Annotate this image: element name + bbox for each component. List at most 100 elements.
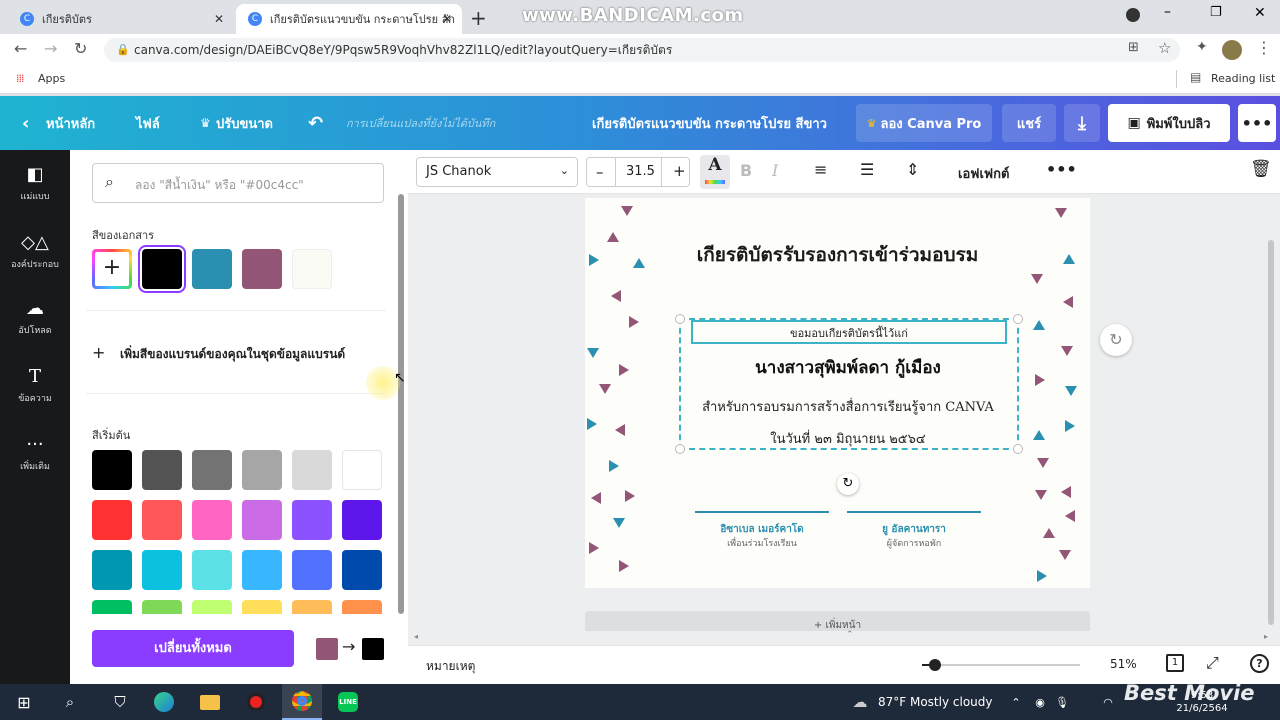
list-icon[interactable]: ☰ bbox=[860, 160, 874, 179]
resize-handle[interactable] bbox=[1013, 444, 1023, 454]
italic-icon[interactable]: I bbox=[772, 161, 778, 180]
resize-handle[interactable] bbox=[675, 444, 685, 454]
default-color-swatch[interactable] bbox=[292, 450, 332, 490]
document-color-swatch[interactable] bbox=[142, 249, 182, 289]
certificate-title[interactable]: เกียรติบัตรรับรองการเข้าร่วมอบรม bbox=[585, 240, 1090, 270]
rail-elements[interactable]: ◇△ องค์ประกอบ bbox=[0, 232, 70, 271]
try-pro-button[interactable]: ♛ ลอง Canva Pro bbox=[856, 104, 992, 142]
close-tab-icon[interactable]: ✕ bbox=[214, 12, 224, 26]
more-options-icon[interactable]: ••• bbox=[1238, 104, 1276, 142]
bandicam-icon[interactable] bbox=[236, 684, 276, 720]
signer1-name[interactable]: อิซาเบล เมอร์คาโด bbox=[691, 522, 833, 537]
minimize-icon[interactable]: – bbox=[1164, 4, 1171, 20]
default-color-swatch[interactable] bbox=[342, 500, 382, 540]
default-color-swatch[interactable] bbox=[242, 450, 282, 490]
shield-icon[interactable]: ⛉ bbox=[100, 684, 140, 720]
default-color-swatch[interactable] bbox=[242, 600, 282, 614]
share-button[interactable]: แชร์ bbox=[1002, 104, 1056, 142]
font-family-select[interactable]: JS Chanok ⌄ bbox=[416, 157, 578, 187]
browser-tab[interactable]: C เกียรติบัตร ✕ bbox=[8, 4, 234, 34]
windows-start-icon[interactable]: ⊞ bbox=[0, 684, 48, 720]
design-title[interactable]: เกียรติบัตรแนวขบขัน กระดาษโปรย สีขาว bbox=[592, 96, 827, 150]
rail-templates[interactable]: ◧ แม่แบบ bbox=[0, 164, 70, 203]
back-icon[interactable]: ← bbox=[14, 39, 27, 58]
undo-icon[interactable]: ↶ bbox=[308, 96, 323, 150]
default-color-swatch[interactable] bbox=[192, 600, 232, 614]
apps-bookmark[interactable]: Apps bbox=[38, 72, 65, 85]
certificate-page[interactable]: เกียรติบัตรรับรองการเข้าร่วมอบรม ขอมอบเก… bbox=[585, 198, 1090, 588]
help-icon[interactable]: ? bbox=[1250, 654, 1269, 673]
file-menu[interactable]: ไฟล์ bbox=[136, 96, 160, 150]
extensions-icon[interactable]: ✦ bbox=[1196, 39, 1208, 55]
default-color-swatch[interactable] bbox=[142, 500, 182, 540]
signer1-role[interactable]: เพื่อนร่วมโรงเรียน bbox=[691, 536, 833, 550]
vertical-scrollbar[interactable] bbox=[1268, 240, 1274, 625]
notes-button[interactable]: หมายเหตุ bbox=[426, 657, 475, 676]
rail-more[interactable]: ··· เพิ่มเติม bbox=[0, 434, 70, 473]
certificate-date[interactable]: ในวันที่ ๒๓ มิถุนายน ๒๕๖๔ bbox=[675, 428, 1021, 449]
default-color-swatch[interactable] bbox=[192, 550, 232, 590]
microphone-icon[interactable]: 🎙 bbox=[1052, 684, 1072, 720]
tray-app-icon[interactable]: ◉ bbox=[1030, 684, 1050, 720]
default-color-swatch[interactable] bbox=[292, 500, 332, 540]
browser-menu-icon[interactable]: ⋮ bbox=[1256, 38, 1272, 57]
url-field[interactable]: 🔒 canva.com/design/DAEiBCvQ8eY/9Pqsw5R9V… bbox=[104, 38, 1180, 62]
chevron-up-icon[interactable]: ⌃ bbox=[846, 630, 854, 640]
default-color-swatch[interactable] bbox=[142, 600, 182, 614]
default-color-swatch[interactable] bbox=[242, 550, 282, 590]
resize-handle[interactable] bbox=[1013, 314, 1023, 324]
search-icon[interactable]: ⌕ bbox=[50, 684, 90, 720]
spacing-icon[interactable]: ⇕ bbox=[906, 160, 919, 179]
font-size-value[interactable]: 31.5 bbox=[626, 164, 655, 179]
decrease-size-icon[interactable]: – bbox=[596, 163, 604, 181]
zoom-slider[interactable] bbox=[922, 659, 1080, 671]
resize-button[interactable]: ปรับขนาด bbox=[216, 96, 273, 150]
bold-icon[interactable]: B bbox=[740, 161, 752, 180]
reload-icon[interactable]: ↻ bbox=[74, 39, 87, 58]
default-color-swatch[interactable] bbox=[92, 450, 132, 490]
certificate-reason[interactable]: สำหรับการอบรมการสร้างสื่อการเรียนรู้จาก … bbox=[675, 396, 1021, 417]
default-color-swatch[interactable] bbox=[242, 500, 282, 540]
profile-icon[interactable] bbox=[1126, 8, 1140, 22]
chrome-icon[interactable] bbox=[282, 684, 322, 720]
line-app-icon[interactable]: LINE bbox=[328, 684, 368, 720]
effects-button[interactable]: เอฟเฟกต์ bbox=[958, 163, 1009, 184]
scroll-right-icon[interactable]: ▸ bbox=[1264, 632, 1268, 641]
default-color-swatch[interactable] bbox=[342, 550, 382, 590]
horizontal-scrollbar[interactable]: ◂ ⌃ ▸ bbox=[408, 630, 1280, 644]
default-color-swatch[interactable] bbox=[92, 500, 132, 540]
avatar[interactable] bbox=[1222, 40, 1242, 60]
page-count-button[interactable]: 1 bbox=[1166, 654, 1184, 672]
zoom-value[interactable]: 51% bbox=[1110, 657, 1137, 671]
wifi-icon[interactable]: ◠ bbox=[1098, 684, 1118, 720]
window-close-icon[interactable]: ✕ bbox=[1254, 5, 1266, 21]
home-button[interactable]: หน้าหลัก bbox=[46, 96, 95, 150]
back-chevron-icon[interactable]: ‹ bbox=[22, 96, 29, 150]
text-color-button[interactable]: A bbox=[700, 155, 730, 189]
close-tab-icon[interactable]: ✕ bbox=[442, 12, 452, 26]
forward-icon[interactable]: → bbox=[44, 39, 57, 58]
edge-icon[interactable] bbox=[144, 684, 184, 720]
tray-chevron-icon[interactable]: ⌃ bbox=[1006, 684, 1026, 720]
document-color-swatch[interactable] bbox=[292, 249, 332, 289]
zoom-slider-knob[interactable] bbox=[929, 659, 942, 671]
default-color-swatch[interactable] bbox=[342, 600, 382, 614]
document-color-swatch[interactable] bbox=[242, 249, 282, 289]
panel-scrollbar[interactable] bbox=[398, 194, 404, 614]
print-flyer-button[interactable]: ▣ พิมพ์ใบปลิว bbox=[1108, 104, 1230, 142]
file-explorer-icon[interactable] bbox=[190, 684, 230, 720]
fullscreen-icon[interactable]: ⤢ bbox=[1206, 653, 1219, 673]
signer2-role[interactable]: ผู้จัดการหอพัก bbox=[843, 536, 985, 550]
scroll-left-icon[interactable]: ◂ bbox=[414, 632, 418, 641]
recipient-name[interactable]: นางสาวสุพิมพ์ลดา กู้เมือง bbox=[675, 354, 1021, 381]
add-page-button[interactable]: + เพิ่มหน้า bbox=[585, 611, 1090, 631]
increase-size-icon[interactable]: + bbox=[673, 162, 686, 180]
bookmark-star-icon[interactable]: ☆ bbox=[1158, 39, 1171, 57]
font-size-stepper[interactable]: – 31.5 + bbox=[586, 157, 690, 187]
resize-handle[interactable] bbox=[675, 314, 685, 324]
more-toolbar-icon[interactable]: ••• bbox=[1046, 160, 1077, 179]
default-color-swatch[interactable] bbox=[92, 600, 132, 614]
color-search-input[interactable]: ⌕ ลอง "สีน้ำเงิน" หรือ "#00c4cc" bbox=[92, 163, 384, 203]
translate-icon[interactable]: ⊞ bbox=[1128, 40, 1139, 55]
rotate-handle-icon[interactable]: ↻ bbox=[837, 473, 859, 495]
